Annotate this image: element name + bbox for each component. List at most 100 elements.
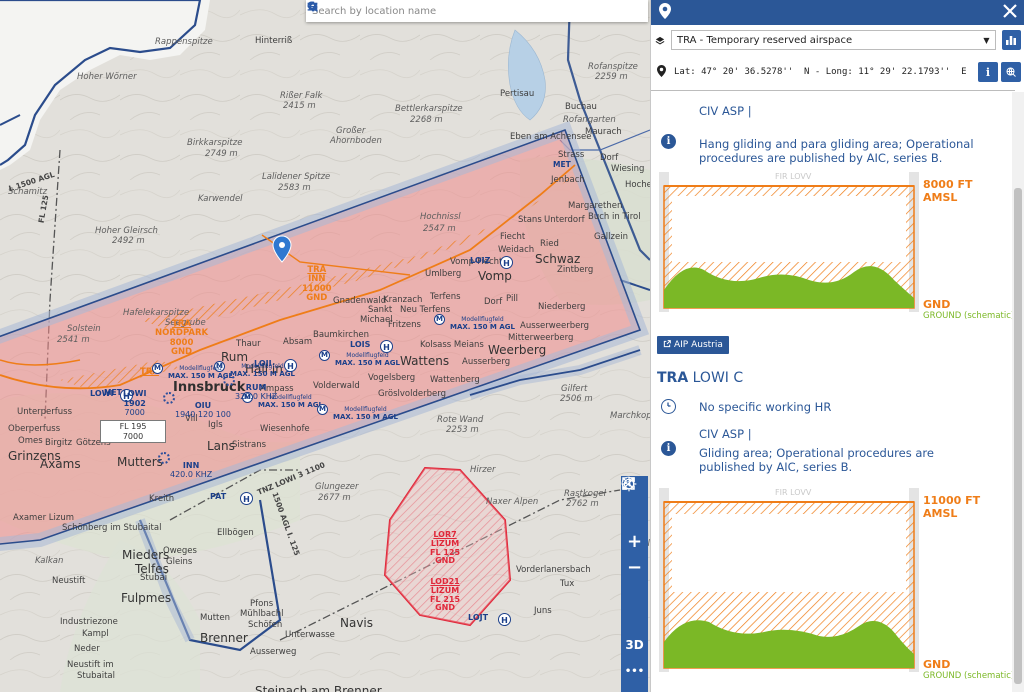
place-label: Hirzer	[470, 465, 496, 475]
place-label: Volderwald	[313, 381, 360, 391]
asp-class-1: CIV ASP |	[699, 104, 752, 118]
model-airfield-line: MAX. 150 M AGL	[258, 400, 323, 409]
profile-graphic-2	[659, 488, 919, 672]
place-label: Kalkan	[35, 556, 64, 566]
navaid-label: INN 420.0 KHZ	[170, 461, 212, 480]
info-icon-2: i	[661, 441, 676, 456]
upper-limit-1: 8000 FT AMSL	[923, 178, 973, 204]
locate-icon[interactable]	[621, 476, 648, 528]
place-label: Sankt	[368, 305, 393, 315]
model-airfield-icon: M	[152, 363, 163, 374]
place-label: Unterperfuss	[17, 407, 73, 417]
section-title-2: TRA LOWI C	[657, 370, 743, 386]
panel-scrollbar[interactable]	[1012, 92, 1024, 692]
search-icon[interactable]	[307, 1, 630, 20]
place-label: Oberperfuss	[8, 424, 61, 434]
profile-graphic-1	[659, 172, 919, 312]
ground-label-2: GROUND (schematic)	[923, 671, 1013, 681]
place-label: 2677 m	[318, 493, 351, 503]
ndb-icon	[223, 374, 235, 386]
place-label: Baumkirchen	[313, 330, 369, 340]
map-canvas	[0, 0, 650, 692]
layer-select-value: TRA - Temporary reserved airspace	[677, 34, 853, 46]
place-label: Terfens	[430, 292, 461, 302]
description-2: Gliding area; Operational procedures are…	[699, 446, 934, 474]
airspace-label: LOD21 LIZUM FL 215 GND	[430, 577, 460, 613]
gear-icon[interactable]	[308, 1, 612, 20]
aip-austria-button[interactable]: AIP Austria	[657, 336, 729, 354]
place-label: 2259 m	[595, 72, 628, 82]
expand-icon[interactable]	[621, 477, 648, 632]
model-airfield-line: MAX. 150 M AGL	[450, 322, 515, 331]
model-airfield-line: MAX. 150 M AGL	[230, 369, 295, 378]
place-label: Ausserweerberg	[520, 321, 590, 331]
place-label: Ausserweg	[250, 647, 297, 657]
place-label: Unterdorf	[544, 215, 585, 225]
place-label: Ahornboden	[330, 136, 382, 146]
place-label: Fritzens	[388, 320, 421, 330]
3d-button[interactable]: 3D	[621, 632, 648, 658]
place-label: Industriezone	[60, 617, 118, 627]
globe-search-button[interactable]	[1001, 62, 1021, 82]
place-label: Juns	[534, 606, 552, 616]
info-panel: TRA - Temporary reserved airspace ▼ Lat:…	[650, 0, 1024, 692]
model-airfield-icon: M	[434, 314, 445, 325]
layer-select[interactable]: TRA - Temporary reserved airspace ▼	[671, 30, 996, 50]
menu-icon[interactable]	[307, 2, 648, 20]
ndb-icon	[158, 452, 170, 464]
layers-icon	[655, 31, 665, 50]
place-label: Mutten	[200, 613, 231, 623]
navaid-frequency: 320.0 KHZ	[235, 391, 278, 401]
airspace-label-line: MET	[553, 160, 571, 169]
model-airfield-line: MAX. 150 M AGL	[335, 358, 400, 367]
fullscreen-icon[interactable]	[621, 477, 648, 606]
place-label: Kreith	[149, 494, 175, 504]
external-link-icon	[663, 339, 671, 351]
place-label: Stubaital	[77, 671, 115, 681]
caret-down-icon: ▼	[983, 35, 990, 45]
place-label: Steinach am Brenner	[255, 684, 382, 692]
place-label: Fiecht	[500, 232, 526, 242]
info-button[interactable]: i	[978, 62, 998, 82]
model-airfield-label: Modellflugfeld MAX. 150 M AGL	[335, 352, 400, 367]
more-icon[interactable]: •••	[621, 658, 648, 684]
lowi-box-line: 7000	[124, 408, 145, 418]
location-marker-icon	[659, 2, 671, 23]
airspace-label-line: GND	[435, 603, 455, 613]
model-airfield-label: Modellflugfeld MAX. 150 M AGL	[230, 363, 295, 378]
place-label: Vomp	[478, 269, 512, 283]
place-label: Lalidener Spitze	[262, 172, 331, 182]
upper-limit-2: 11000 FT AMSL	[923, 494, 981, 520]
place-label: Rofangarten	[563, 115, 616, 125]
fl-box-line: 7000	[122, 431, 144, 441]
map-view[interactable]: Rappenspitze Hinterriß Hoher Wörner Rißer F…	[0, 0, 650, 692]
scrollbar-thumb[interactable]	[1014, 188, 1022, 684]
place-label: Gallzein	[594, 232, 628, 242]
place-label: Navis	[340, 616, 374, 630]
place-label: Mitterweerberg	[508, 333, 574, 343]
ndb-icon	[163, 392, 175, 404]
place-label: Mühlbachl	[240, 609, 284, 619]
close-icon[interactable]	[1002, 3, 1018, 23]
panel-body: CIV ASP | i Hang gliding and para glidin…	[651, 92, 1013, 692]
place-label: Rote Wand	[437, 415, 484, 425]
navaid-label: RUM 320.0 KHZ	[235, 383, 278, 402]
airspace-label: TRA INN 11000 GND	[302, 265, 332, 303]
place-label: Dorf	[484, 297, 503, 307]
zoom-in-icon[interactable]: +	[621, 528, 648, 554]
place-label: Axams	[40, 457, 81, 471]
layer-row: TRA - Temporary reserved airspace ▼	[655, 28, 1021, 52]
zoom-out-icon[interactable]: −	[621, 554, 648, 580]
search-input[interactable]	[306, 0, 594, 22]
place-label: Unterwasse	[285, 630, 335, 640]
vertical-profile-1: FIR LOVV 8000 FT AMSL GND GROUND (schema…	[659, 172, 1013, 321]
place-label: 2541 m	[57, 335, 90, 345]
lowi-box-line: LOWI	[123, 389, 147, 398]
lower-limit-2: GND	[923, 658, 951, 671]
place-label: Wattenberg	[430, 375, 480, 385]
heliport-id: LOIS	[350, 340, 371, 349]
chart-button[interactable]	[1001, 30, 1021, 50]
heliport-icon: H	[498, 613, 511, 626]
section-type-2: TRA	[657, 370, 689, 386]
search-bar	[306, 0, 648, 22]
